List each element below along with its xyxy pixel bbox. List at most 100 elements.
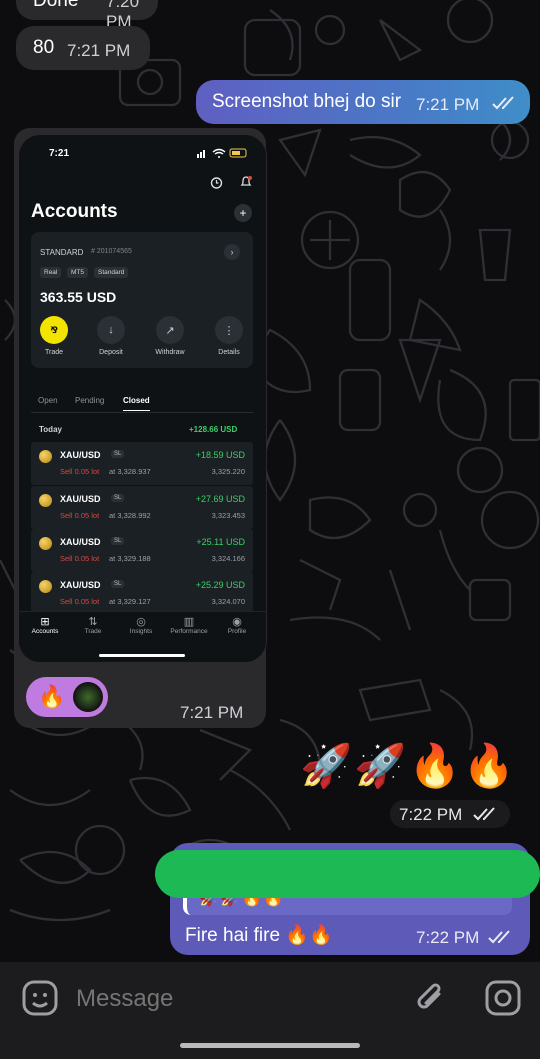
- nav-profile[interactable]: ◉ Profile: [217, 615, 257, 635]
- trade-row[interactable]: XAU/USD SL Sell 0.05 lot at 3,329.188 +25.11…: [31, 529, 253, 572]
- message-time: 7:22 PM: [399, 805, 463, 824]
- sl-badge: SL: [111, 580, 125, 588]
- trade-close-price: 3,324.166: [211, 554, 245, 563]
- trade-pnl: +27.69 USD: [195, 494, 245, 504]
- trade-symbol: XAU/USD: [60, 580, 101, 590]
- trade-open-price: at 3,329.188: [109, 554, 151, 563]
- trade-open-price: at 3,328.937: [109, 467, 151, 476]
- trade-tabs: Open Pending Closed: [31, 393, 253, 413]
- signal-wifi-battery-icon: [197, 148, 247, 158]
- attach-icon[interactable]: [413, 980, 449, 1016]
- trade-open-price: at 3,328.992: [109, 511, 151, 520]
- trade-pnl: +18.59 USD: [195, 450, 245, 460]
- home-indicator: [180, 1043, 360, 1048]
- trade-close-price: 3,323.453: [211, 511, 245, 520]
- shared-screenshot-image[interactable]: 7:21 Accounts + STANDARD # 201074565 › R…: [18, 134, 267, 663]
- sl-badge: SL: [111, 450, 125, 458]
- message-time: 7:21 PM: [180, 703, 244, 722]
- trade-close-price: 3,325.220: [211, 467, 245, 476]
- deposit-action[interactable]: ↓ Deposit: [89, 316, 133, 356]
- deposit-icon: ↓: [97, 316, 125, 344]
- account-tag: Real: [40, 267, 62, 278]
- message-time: 7:21 PM: [67, 41, 131, 60]
- details-action[interactable]: ⋮ Details: [207, 316, 251, 356]
- nav-label: Profile: [227, 628, 247, 635]
- gold-coin-icon: [39, 537, 52, 550]
- trade-symbol: XAU/USD: [60, 494, 101, 504]
- trade-row[interactable]: XAU/USD SL Sell 0.05 lot at 3,328.937 +18.59…: [31, 442, 253, 485]
- emoji-message[interactable]: 🚀🚀🔥🔥: [300, 742, 517, 791]
- account-tag: MT5: [67, 267, 88, 278]
- globe-icon: ◎: [136, 616, 146, 628]
- message-text: Done: [33, 0, 79, 11]
- trade-action[interactable]: ⅋ Trade: [32, 316, 76, 356]
- sticker-icon[interactable]: [22, 980, 58, 1016]
- double-check-icon: [473, 807, 495, 821]
- nav-insights[interactable]: ◎ Insights: [121, 615, 161, 635]
- nav-performance[interactable]: ▥ Performance: [169, 615, 209, 635]
- notification-bell-icon[interactable]: [239, 175, 253, 189]
- chevron-right-icon[interactable]: ›: [224, 244, 240, 260]
- fire-reaction: 🔥: [38, 684, 66, 709]
- gold-coin-icon: [39, 494, 52, 507]
- action-label: Trade: [44, 349, 64, 356]
- trade-side: Sell 0.05 lot: [60, 597, 100, 606]
- add-account-button[interactable]: +: [234, 204, 252, 222]
- message-input[interactable]: [74, 980, 378, 1018]
- nav-label: Trade: [84, 628, 102, 635]
- nav-trade[interactable]: ⇅ Trade: [73, 615, 113, 635]
- message-text: Fire hai fire 🔥🔥: [185, 925, 333, 946]
- reaction-chip[interactable]: 🔥: [26, 677, 108, 717]
- double-check-icon: [492, 96, 514, 110]
- reactor-avatar: [73, 682, 103, 712]
- bar-chart-icon: ▥: [183, 616, 195, 628]
- trade-symbol: XAU/USD: [60, 450, 101, 460]
- nav-label: Accounts: [31, 628, 59, 635]
- trade-pnl: +25.11 USD: [196, 537, 245, 547]
- trade-pnl: +25.29 USD: [195, 580, 245, 590]
- tab-closed[interactable]: Closed: [123, 396, 150, 411]
- message-bubble-incoming[interactable]: 80 7:21 PM: [16, 26, 150, 70]
- withdraw-action[interactable]: ↗ Withdraw: [148, 316, 192, 356]
- redaction-mark: [155, 850, 540, 898]
- account-tag: Standard: [94, 267, 129, 278]
- message-text: Screenshot bhej do sir: [212, 91, 402, 112]
- nav-label: Insights: [129, 628, 153, 635]
- nav-label: Performance: [170, 628, 208, 635]
- trade-side: Sell 0.05 lot: [60, 467, 100, 476]
- tab-pending[interactable]: Pending: [75, 396, 104, 405]
- today-label: Today: [39, 425, 62, 434]
- trade-open-price: at 3,329.127: [109, 597, 151, 606]
- trade-row[interactable]: XAU/USD SL Sell 0.05 lot at 3,329.127 +25.29…: [31, 572, 253, 615]
- trade-icon: ⅋: [40, 316, 68, 344]
- alarm-icon[interactable]: [210, 176, 223, 189]
- today-total: +128.66 USD: [189, 425, 238, 434]
- sl-badge: SL: [111, 537, 125, 545]
- trade-side: Sell 0.05 lot: [60, 554, 100, 563]
- message-time: 7:22 PM: [416, 928, 480, 947]
- account-number: # 201074565: [91, 248, 132, 255]
- action-label: Deposit: [99, 349, 123, 356]
- nav-accounts[interactable]: ⊞ Accounts: [25, 615, 65, 635]
- message-bubble-outgoing[interactable]: Screenshot bhej do sir 7:21 PM: [196, 80, 530, 124]
- withdraw-icon: ↗: [156, 316, 184, 344]
- action-label: Withdraw: [155, 349, 185, 356]
- account-balance: 363.55 USD: [40, 289, 117, 305]
- trade-arrows-icon: ⇅: [88, 616, 98, 628]
- profile-icon: ◉: [232, 616, 242, 628]
- gold-coin-icon: [39, 580, 52, 593]
- screenshot-status-bar: 7:21: [19, 135, 266, 169]
- message-time: 7:21 PM: [416, 95, 480, 114]
- gold-coin-icon: [39, 450, 52, 463]
- tab-open[interactable]: Open: [38, 396, 58, 405]
- message-bubble-incoming[interactable]: Done 7:20 PM: [16, 0, 158, 31]
- account-card[interactable]: STANDARD # 201074565 › Real MT5 Standard…: [31, 232, 253, 368]
- double-check-icon: [488, 930, 510, 944]
- camera-icon[interactable]: [485, 980, 521, 1016]
- action-label: Details: [218, 349, 240, 356]
- time-pill: 7:22 PM: [390, 800, 510, 828]
- more-vertical-icon: ⋮: [215, 316, 243, 344]
- trade-row[interactable]: XAU/USD SL Sell 0.05 lot at 3,328.992 +27.69…: [31, 486, 253, 529]
- grid-icon: ⊞: [40, 616, 50, 628]
- screen-title: Accounts: [31, 201, 118, 222]
